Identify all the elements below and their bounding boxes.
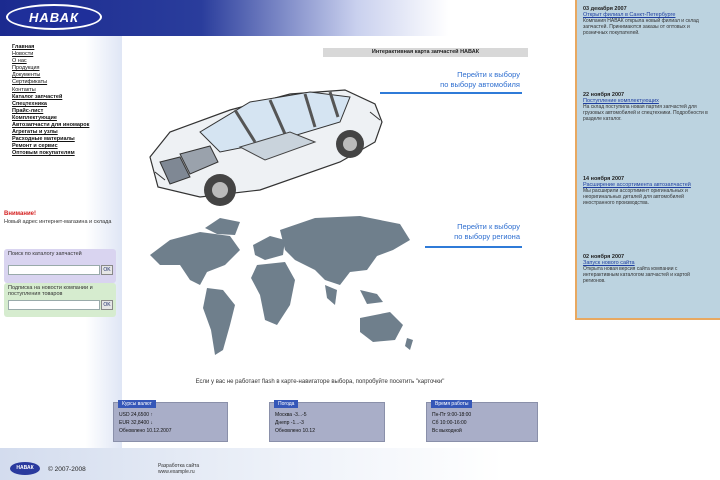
weather-widget: Погода Москва -3...-5 Днепр -1...-3 Обно… — [269, 400, 385, 442]
news-text: На склад поступила новая партия запчасте… — [583, 104, 708, 122]
nav-item[interactable]: Прайс-лист — [12, 108, 122, 115]
nav-item[interactable]: Контакты — [12, 87, 122, 94]
page-title: Интерактивная карта запчастей НАВАК — [323, 48, 528, 57]
nav-item[interactable]: Комплектующие — [12, 115, 122, 122]
car-selection-link[interactable]: Перейти к выбору по выбору автомобиля — [370, 70, 520, 90]
notice-text[interactable]: Новый адрес интернет-магазина и склада — [4, 219, 114, 226]
car-link-underline — [380, 92, 522, 94]
news-item: 03 декабря 2007 Открыт филиал в Санкт-Пет… — [583, 6, 713, 36]
car-cutaway-image[interactable] — [140, 62, 390, 212]
subscribe-input[interactable] — [8, 300, 100, 310]
news-item: 22 ноября 2007 Поступление комплектующих Н… — [583, 92, 713, 122]
subscribe-button[interactable]: OK — [101, 300, 113, 310]
hours-widget-header: Время работы — [431, 400, 473, 408]
nav-item[interactable]: Новости — [12, 51, 122, 58]
nav-item[interactable]: О нас — [12, 58, 122, 65]
car-link-line2[interactable]: по выбору автомобиля — [370, 80, 520, 90]
weather-widget-header: Погода — [274, 400, 299, 408]
footer-logo[interactable]: НАВАК — [10, 462, 40, 475]
news-item: 14 ноября 2007 Расширение ассортимента ав… — [583, 176, 713, 206]
main-nav: Главная Новости О нас Продукция Документы Сер… — [12, 44, 122, 158]
subscribe-label: Подписка на новости компании и поступлен… — [8, 285, 93, 298]
car-link-line1[interactable]: Перейти к выбору — [370, 70, 520, 80]
flash-help-text[interactable]: Если у вас не работает flash в карте-нав… — [110, 379, 530, 385]
news-item: 02 ноября 2007 Запуск нового сайта Открыта… — [583, 254, 713, 284]
currency-line: USD 24,6500 ↑ — [119, 412, 153, 418]
currency-line: Обновлено 10.12.2007 — [119, 428, 172, 434]
news-text: Мы расширили ассортимент оригинальных и … — [583, 188, 688, 206]
copyright: © 2007-2008 — [48, 466, 86, 473]
hours-line: Вс выходной — [432, 428, 462, 434]
nav-item[interactable]: Сертификаты — [12, 79, 122, 86]
weather-line: Днепр -1...-3 — [275, 420, 304, 426]
region-link-line2[interactable]: по выбору региона — [370, 232, 520, 242]
nav-item[interactable]: Каталог запчастей — [12, 94, 122, 101]
nav-item[interactable]: Расходные материалы — [12, 136, 122, 143]
search-box: Поиск по каталогу запчастей OK — [4, 249, 116, 283]
search-label: Поиск по каталогу запчастей — [8, 251, 82, 257]
nav-item[interactable]: Агрегаты и узлы — [12, 129, 122, 136]
weather-line: Обновлено 10.12 — [275, 428, 315, 434]
weather-line: Москва -3...-5 — [275, 412, 307, 418]
subscribe-box: Подписка на новости компании и поступлен… — [4, 283, 116, 317]
nav-item[interactable]: Спецтехника — [12, 101, 122, 108]
news-text: Открыта новая версия сайта компании с ин… — [583, 266, 690, 284]
currency-widget-header: Курсы валют — [118, 400, 156, 408]
nav-item[interactable]: Главная — [12, 44, 122, 51]
footer — [0, 448, 720, 480]
region-link-underline — [425, 246, 522, 248]
hours-widget: Время работы Пн-Пт 9:00-18:00 Сб 10:00-1… — [426, 400, 538, 442]
search-input[interactable] — [8, 265, 100, 275]
company-logo[interactable]: НАВАК — [6, 4, 102, 30]
nav-item[interactable]: Оптовым покупателям — [12, 150, 122, 157]
nav-item[interactable]: Продукция — [12, 65, 122, 72]
header-banner: НАВАК — [0, 0, 575, 36]
nav-item[interactable]: Автозапчасти для иномарок — [12, 122, 122, 129]
developer-credit[interactable]: Разработка сайта www.example.ru — [158, 463, 199, 475]
currency-widget: Курсы валют USD 24,6500 ↑ EUR 32,8400 ↓ … — [113, 400, 228, 442]
hours-line: Пн-Пт 9:00-18:00 — [432, 412, 472, 418]
news-text: Компания НАВАК открыла новый филиал и ск… — [583, 18, 699, 36]
currency-line: EUR 32,8400 ↓ — [119, 420, 153, 426]
developer-link[interactable]: www.example.ru — [158, 469, 199, 475]
nav-item[interactable]: Ремонт и сервис — [12, 143, 122, 150]
news-panel: 03 декабря 2007 Открыт филиал в Санкт-Пет… — [575, 0, 720, 320]
region-selection-link[interactable]: Перейти к выбору по выбору региона — [370, 222, 520, 242]
region-link-line1[interactable]: Перейти к выбору — [370, 222, 520, 232]
nav-item[interactable]: Документы — [12, 72, 122, 79]
notice-title: Внимание! — [4, 211, 36, 217]
search-button[interactable]: OK — [101, 265, 113, 275]
hours-line: Сб 10:00-16:00 — [432, 420, 467, 426]
